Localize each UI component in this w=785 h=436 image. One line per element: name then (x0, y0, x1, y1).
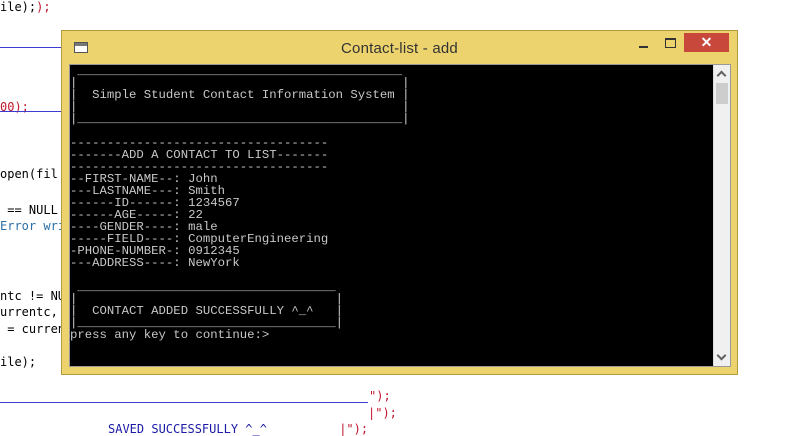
scroll-thumb[interactable] (716, 83, 728, 104)
code-line: "); (369, 389, 391, 403)
minimize-button[interactable] (630, 33, 657, 52)
vertical-scrollbar[interactable] (713, 65, 730, 366)
code-line: SAVED SUCCESSFULLY ^_^ |"); (108, 422, 369, 436)
code-line: ntc != NU (0, 289, 66, 303)
code-line: ile);); (0, 0, 51, 14)
code-line: |"); (368, 406, 397, 420)
scroll-down-button[interactable] (714, 349, 730, 366)
close-icon: ✕ (700, 34, 713, 50)
scroll-up-button[interactable] (714, 65, 730, 82)
code-separator (0, 402, 368, 403)
code-line: Error wri (0, 219, 66, 233)
title-bar[interactable]: Contact-list - add ✕ (62, 31, 737, 64)
console-window[interactable]: Contact-list - add ✕ ___________________… (61, 30, 738, 375)
code-separator (0, 111, 62, 112)
code-line: = curren (0, 322, 66, 336)
console-text: ________________________________________… (70, 65, 715, 366)
console-line: |_______________________________________… (70, 112, 410, 126)
console-line: ---ADDRESS----: NewYork (70, 256, 240, 270)
code-line: ile); (0, 355, 37, 369)
console-line: press any key to continue:> (70, 328, 270, 342)
console-output-area[interactable]: ________________________________________… (69, 64, 731, 367)
chevron-down-icon (716, 350, 727, 361)
close-button[interactable]: ✕ (684, 33, 729, 52)
maximize-button[interactable] (657, 33, 684, 52)
chevron-up-icon (716, 70, 727, 81)
code-line: == NULL (0, 203, 58, 217)
code-separator (0, 47, 62, 48)
code-line: urrentc, (0, 305, 58, 319)
code-line: open(fil (0, 167, 58, 181)
